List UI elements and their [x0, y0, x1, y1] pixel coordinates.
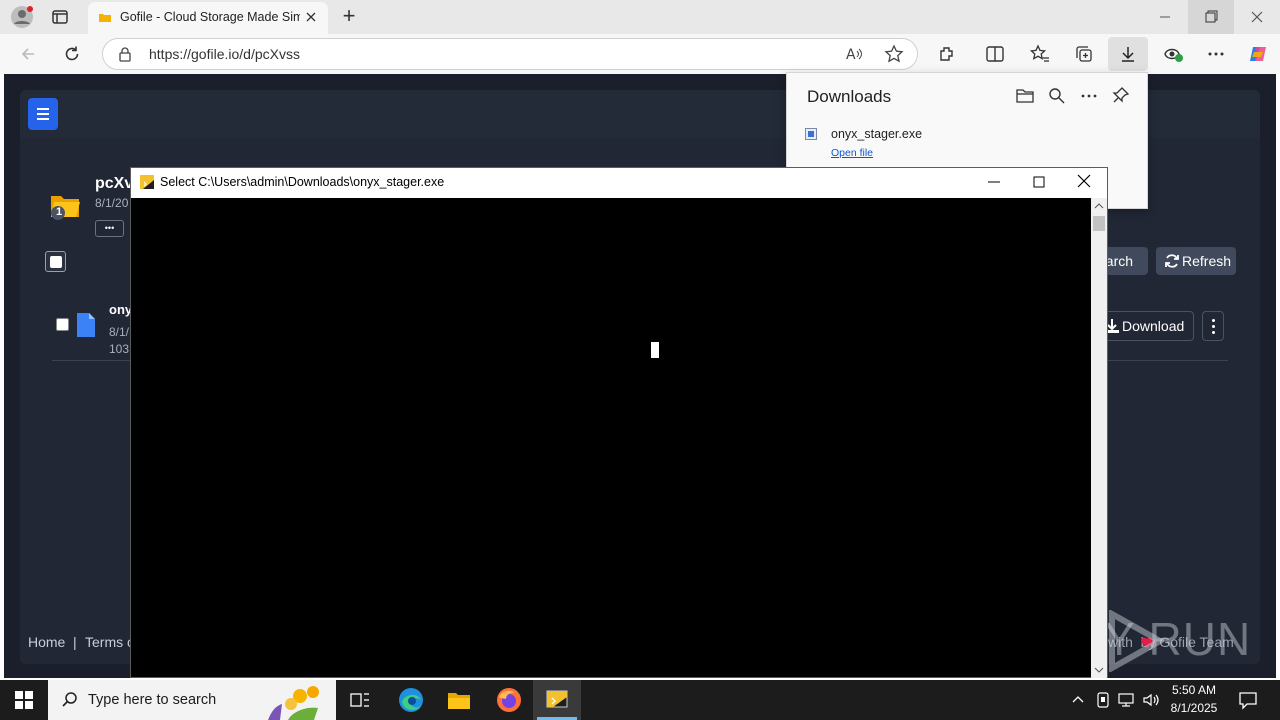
lock-icon[interactable]: [118, 46, 132, 62]
folder-date: 8/1/20: [95, 196, 129, 210]
file-checkbox[interactable]: [56, 318, 69, 331]
downloads-more-icon[interactable]: [1080, 87, 1098, 105]
hamburger-menu-button[interactable]: [28, 98, 58, 130]
exe-file-icon: [805, 128, 817, 140]
browser-essentials-icon[interactable]: [1158, 39, 1188, 69]
network-icon[interactable]: [1117, 692, 1135, 708]
svg-text:A: A: [846, 47, 856, 63]
file-date: 8/1/: [109, 325, 130, 339]
scroll-down-icon[interactable]: [1094, 665, 1104, 675]
folder-more-button[interactable]: •••: [95, 220, 124, 237]
refresh-label: Refresh: [1182, 253, 1232, 269]
split-screen-icon[interactable]: [980, 39, 1010, 69]
download-file-name[interactable]: onyx_stager.exe: [831, 127, 922, 141]
close-window-icon[interactable]: [1249, 9, 1265, 25]
scroll-up-icon[interactable]: [1094, 201, 1104, 211]
console-taskbar-app-icon[interactable]: [533, 680, 581, 720]
notifications-icon[interactable]: [1238, 690, 1258, 710]
url-text[interactable]: https://gofile.io/d/pcXvss: [149, 46, 300, 62]
file-options-button[interactable]: [1202, 311, 1224, 341]
console-window[interactable]: [130, 167, 1108, 678]
file-explorer-icon[interactable]: [435, 680, 483, 720]
windows-start-icon[interactable]: [0, 680, 48, 720]
file-size: 103.: [109, 342, 133, 356]
download-label: Download: [1122, 318, 1185, 334]
file-name[interactable]: ony: [109, 302, 132, 317]
tab-actions-icon[interactable]: [50, 7, 70, 27]
profile-avatar-icon[interactable]: [10, 5, 34, 29]
pin-icon[interactable]: [1112, 86, 1130, 104]
volume-icon[interactable]: [1142, 692, 1160, 708]
clock-time[interactable]: 5:50 AM: [1166, 683, 1222, 697]
restore-window-button[interactable]: [1188, 0, 1234, 34]
taskbar-search-placeholder: Type here to search: [88, 692, 217, 708]
console-minimize-icon[interactable]: [986, 174, 1002, 190]
copilot-icon[interactable]: [1243, 39, 1273, 69]
open-folder-icon[interactable]: [1015, 87, 1035, 105]
folder-name: pcXv: [95, 175, 134, 192]
search-downloads-icon[interactable]: [1048, 87, 1066, 105]
close-tab-icon[interactable]: [303, 9, 319, 25]
back-icon[interactable]: [13, 39, 43, 69]
tab-title: Gofile - Cloud Storage Made Simple: [120, 10, 300, 24]
console-scrollbar[interactable]: [1091, 198, 1107, 678]
task-view-icon[interactable]: [336, 680, 384, 720]
console-cursor: [651, 342, 659, 358]
device-tray-icon[interactable]: [1095, 691, 1111, 709]
new-tab-button[interactable]: +: [338, 5, 360, 29]
play-logo-icon: [1108, 610, 1164, 672]
favorites-icon[interactable]: [1025, 39, 1055, 69]
search-highlight-flowers-icon: [258, 682, 334, 720]
taskbar-search-icon: [61, 691, 79, 709]
console-app-icon: [139, 174, 155, 190]
select-all-checkbox[interactable]: [45, 251, 66, 272]
read-aloud-icon[interactable]: A: [839, 39, 869, 69]
favorite-star-icon[interactable]: [879, 39, 909, 69]
minimize-window-icon[interactable]: [1158, 10, 1172, 24]
clock-date[interactable]: 8/1/2025: [1166, 701, 1222, 715]
file-icon: [76, 312, 96, 338]
footer-terms-link[interactable]: Terms c: [85, 634, 130, 650]
edge-browser-icon[interactable]: [387, 680, 435, 720]
refresh-icon[interactable]: [57, 39, 87, 69]
gofile-favicon-icon: [99, 12, 111, 22]
footer-home-link[interactable]: Home: [28, 634, 65, 650]
downloads-icon[interactable]: [1108, 37, 1148, 71]
folder-count-badge: 1: [55, 206, 63, 218]
collections-icon[interactable]: [1069, 39, 1099, 69]
open-file-link[interactable]: Open file: [831, 147, 873, 159]
settings-more-icon[interactable]: [1201, 39, 1231, 69]
refresh-sync-icon: [1164, 253, 1180, 269]
firefox-icon[interactable]: [485, 680, 533, 720]
console-title: Select C:\Users\admin\Downloads\onyx_sta…: [160, 175, 445, 189]
scroll-thumb[interactable]: [1093, 216, 1105, 231]
extensions-icon[interactable]: [932, 39, 962, 69]
console-maximize-icon[interactable]: [1031, 174, 1047, 190]
show-hidden-icons-icon[interactable]: [1070, 692, 1086, 708]
footer-separator: |: [73, 634, 77, 650]
console-close-icon[interactable]: [1076, 173, 1092, 189]
downloads-title: Downloads: [807, 87, 892, 106]
